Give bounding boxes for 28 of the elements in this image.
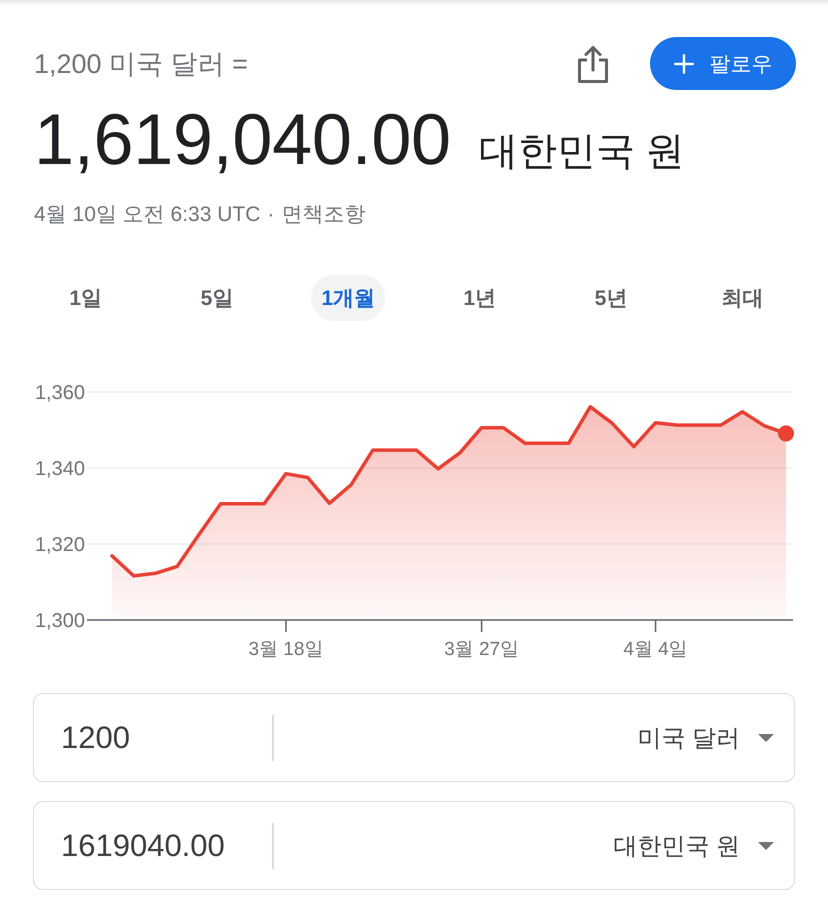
y-tick-label: 1,340 bbox=[34, 458, 85, 480]
y-tick-label: 1,320 bbox=[34, 534, 85, 556]
disclaimer-link[interactable]: 면책조항 bbox=[281, 201, 366, 229]
plus-icon bbox=[674, 54, 694, 74]
target-currency-name: 대한민국 원 bbox=[478, 129, 685, 175]
amount-input[interactable]: 1619040.00 bbox=[61, 824, 272, 866]
range-tab[interactable]: 최대 bbox=[711, 275, 774, 321]
converted-amount: 1,619,040.00 bbox=[34, 100, 451, 180]
share-icon[interactable] bbox=[577, 44, 609, 84]
follow-button[interactable]: 팔로우 bbox=[650, 37, 796, 90]
y-tick-label: 1,360 bbox=[34, 382, 85, 404]
x-tick-label: 3월 27일 bbox=[444, 639, 520, 660]
conversion-amount: 1,200 미국 달러 = bbox=[34, 48, 248, 80]
caret-icon bbox=[758, 842, 774, 850]
range-tab[interactable]: 5년 bbox=[584, 275, 638, 321]
range-tab[interactable]: 5일 bbox=[190, 275, 244, 321]
x-tick-label: 3월 18일 bbox=[248, 639, 324, 660]
amount-input[interactable]: 1200 bbox=[61, 716, 272, 758]
caret-icon bbox=[758, 734, 774, 742]
y-tick-label: 1,300 bbox=[34, 610, 85, 632]
currency-select[interactable]: 대한민국 원 bbox=[274, 820, 794, 870]
range-tab[interactable]: 1개월 bbox=[311, 275, 386, 321]
update-timestamp: 4월 10일 오전 6:33 UTC bbox=[34, 202, 260, 228]
range-tab[interactable]: 1년 bbox=[453, 275, 506, 321]
range-tab[interactable]: 1일 bbox=[59, 275, 112, 321]
currency-select[interactable]: 미국 달러 bbox=[274, 712, 794, 762]
separator-dot: · bbox=[267, 202, 274, 228]
x-tick-label: 4월 4일 bbox=[623, 639, 688, 660]
